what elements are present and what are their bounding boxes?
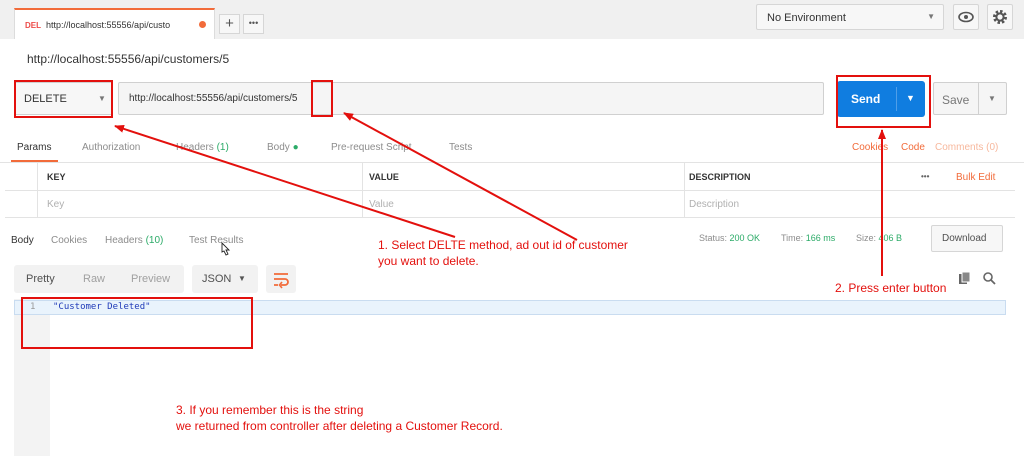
hand-cursor-icon [221, 241, 231, 256]
annotation-note-3-line-2: we returned from controller after deleti… [176, 419, 503, 433]
annotation-note-3-line-1: 3. If you remember this is the string [176, 403, 364, 417]
annotation-note-1: 1. Select DELTE method, ad out id of cus… [378, 237, 628, 269]
arrow-to-method [114, 124, 456, 238]
annotation-note-2: 2. Press enter button [835, 281, 947, 295]
annotation-note-1-line-1: 1. Select DELTE method, ad out id of cus… [378, 238, 628, 252]
annotation-note-3: 3. If you remember this is the string we… [176, 402, 503, 434]
arrow-to-id [343, 112, 578, 241]
annotation-note-1-line-2: you want to delete. [378, 254, 479, 268]
annotation-arrows [114, 112, 886, 276]
